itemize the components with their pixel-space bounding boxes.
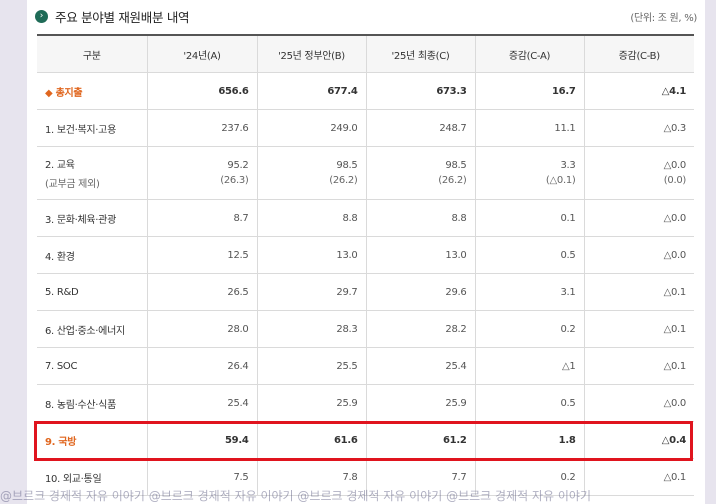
cell-value: 29.7: [256, 273, 366, 311]
table-row: 7. SOC 26.4 25.5 25.4 △1 △0.1: [37, 347, 694, 385]
cell-value: 28.2: [365, 310, 475, 348]
cell-value: 95.2 (26.3): [146, 146, 257, 200]
row-label: ◆ 총지출: [37, 72, 147, 110]
cell-value: 16.7: [474, 72, 584, 110]
cell-value: 25.4: [146, 384, 257, 422]
cell-value: 61.6: [256, 421, 366, 459]
cell-value: 0.5: [474, 236, 584, 274]
column-header: 증감(C-A): [474, 34, 584, 73]
cell-value: 677.4: [256, 72, 366, 110]
cell-value: △4.1: [583, 72, 694, 110]
cell-value: 8.8: [365, 199, 475, 237]
cell-value: 13.0: [365, 236, 475, 274]
cell-value: 59.4: [146, 421, 257, 459]
cell-value: △0.0: [583, 199, 694, 237]
budget-table: 구분 '24년(A) '25년 정부안(B) '25년 최종(C) 증감(C-A…: [37, 34, 694, 496]
row-label: 2. 교육 (교부금 제외): [37, 146, 147, 200]
cell-value: 28.0: [146, 310, 257, 348]
cell-value: △0.4: [583, 421, 694, 459]
cell-value: △0.1: [583, 347, 694, 385]
table-row-defense: 9. 국방 59.4 61.6 61.2 1.8 △0.4: [37, 421, 694, 459]
table-row: 2. 교육 (교부금 제외) 95.2 (26.3) 98.5 (26.2) 98.5…: [37, 146, 694, 200]
cell-value: △0.0: [583, 384, 694, 422]
row-label: 5. R&D: [37, 273, 147, 311]
table-row: 8. 농림·수산·식품 25.4 25.9 25.9 0.5 △0.0: [37, 384, 694, 422]
table-title: 주요 분야별 재원배분 내역: [55, 9, 190, 25]
cell-value: 249.0: [256, 109, 366, 147]
cell-value: 656.6: [146, 72, 257, 110]
cell-value: 1.8: [474, 421, 584, 459]
cell-value: 3.1: [474, 273, 584, 311]
column-header: '25년 최종(C): [365, 34, 475, 73]
cell-value: 12.5: [146, 236, 257, 274]
cell-value: 11.1: [474, 109, 584, 147]
cell-value: 26.4: [146, 347, 257, 385]
table-row: 4. 환경 12.5 13.0 13.0 0.5 △0.0: [37, 236, 694, 274]
cell-value: 673.3: [365, 72, 475, 110]
cell-value: 98.5 (26.2): [256, 146, 366, 200]
cell-value: △0.0: [583, 236, 694, 274]
cell-value: 29.6: [365, 273, 475, 311]
cell-value: △1: [474, 347, 584, 385]
column-header: 증감(C-B): [583, 34, 694, 73]
column-header: 구분: [37, 34, 147, 73]
row-label: 4. 환경: [37, 236, 147, 274]
cell-value: 0.1: [474, 199, 584, 237]
row-label-main: 2. 교육: [45, 160, 75, 171]
chevron-right-circle-icon: ›: [35, 9, 48, 23]
cell-value: △0.3: [583, 109, 694, 147]
table-header: › 주요 분야별 재원배분 내역 (단위: 조 원, %): [35, 6, 697, 26]
watermark-text: @브르크 경제적 자유 이야기 @브르크 경제적 자유 이야기 @브르크 경제적…: [0, 489, 591, 503]
row-label: 1. 보건·복지·고용: [37, 109, 147, 147]
table-row: 1. 보건·복지·고용 237.6 249.0 248.7 11.1 △0.3: [37, 109, 694, 147]
cell-value: 0.5: [474, 384, 584, 422]
table-header-row: 구분 '24년(A) '25년 정부안(B) '25년 최종(C) 증감(C-A…: [37, 34, 694, 73]
cell-value: 25.5: [256, 347, 366, 385]
row-label: 3. 문화·체육·관광: [37, 199, 147, 237]
unit-label: (단위: 조 원, %): [630, 12, 697, 24]
cell-value: 237.6: [146, 109, 257, 147]
column-header: '24년(A): [146, 34, 257, 73]
cell-value: 25.9: [256, 384, 366, 422]
row-label-sub: (교부금 제외): [45, 179, 100, 190]
row-label: 9. 국방: [37, 421, 147, 459]
cell-value: 25.9: [365, 384, 475, 422]
row-label: 6. 산업·중소·에너지: [37, 310, 147, 348]
row-label: 7. SOC: [37, 347, 147, 385]
row-label: 8. 농림·수산·식품: [37, 384, 147, 422]
cell-value: 8.7: [146, 199, 257, 237]
cell-value: 98.5 (26.2): [365, 146, 475, 200]
table-row-total: ◆ 총지출 656.6 677.4 673.3 16.7 △4.1: [37, 72, 694, 110]
cell-value: 3.3 (△0.1): [474, 146, 584, 200]
cell-value: 26.5: [146, 273, 257, 311]
table-row: 6. 산업·중소·에너지 28.0 28.3 28.2 0.2 △0.1: [37, 310, 694, 348]
cell-value: 8.8: [256, 199, 366, 237]
cell-value: 13.0: [256, 236, 366, 274]
cell-value: △0.1: [583, 273, 694, 311]
cell-value: △0.0 (0.0): [583, 146, 694, 200]
cell-value: 25.4: [365, 347, 475, 385]
table-row: 3. 문화·체육·관광 8.7 8.8 8.8 0.1 △0.0: [37, 199, 694, 237]
cell-value: 61.2: [365, 421, 475, 459]
table-row: 5. R&D 26.5 29.7 29.6 3.1 △0.1: [37, 273, 694, 311]
column-header: '25년 정부안(B): [256, 34, 366, 73]
cell-value: 248.7: [365, 109, 475, 147]
cell-value: 0.2: [474, 310, 584, 348]
cell-value: △0.1: [583, 310, 694, 348]
cell-value: 28.3: [256, 310, 366, 348]
